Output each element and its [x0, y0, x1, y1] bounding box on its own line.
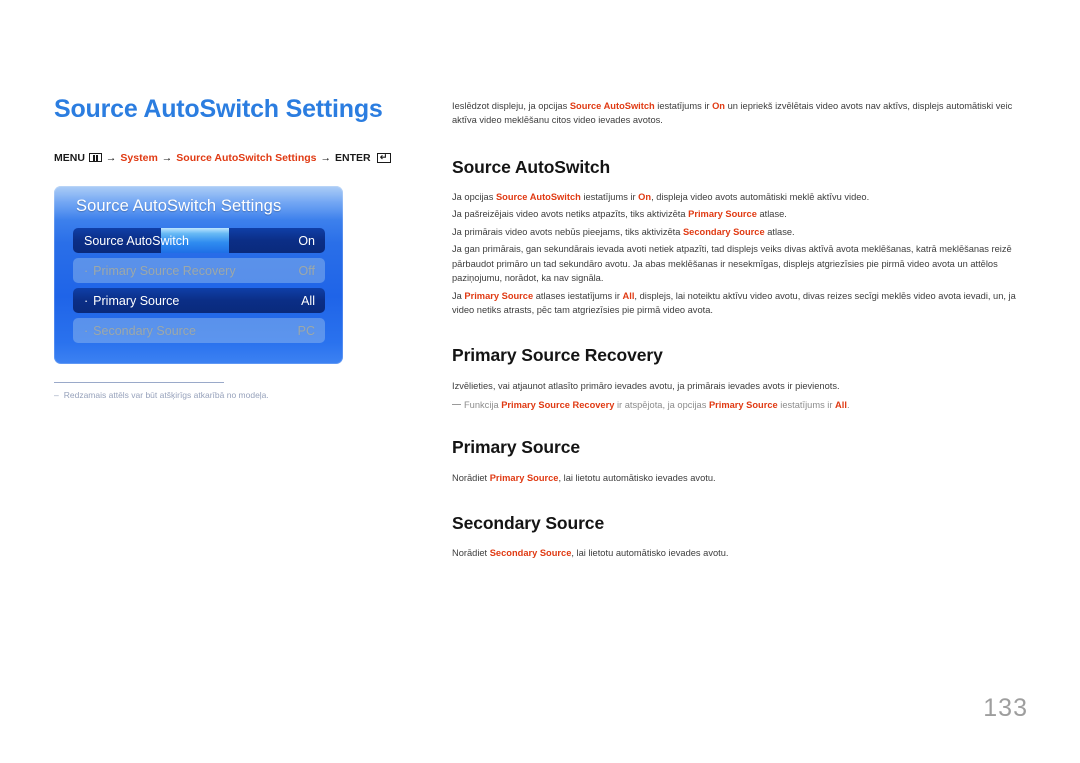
osd-row-bullet: ·	[84, 263, 89, 278]
s0p0-post: , displeja video avots automātiski meklē…	[651, 192, 870, 203]
s0p2-post: atlase.	[764, 226, 795, 237]
breadcrumb-arrow-3: →	[320, 151, 332, 164]
s2-paragraph-0: Norādiet Primary Source, lai lietotu aut…	[452, 471, 1030, 485]
s1note-mid-1: ir atspējota, ja opcijas	[614, 399, 709, 410]
breadcrumb: MENU → System → Source AutoSwitch Settin…	[54, 152, 414, 164]
section-heading-primary-source: Primary Source	[452, 437, 580, 458]
s0p1-highlight-1: Primary Source	[688, 209, 757, 220]
s0p0-mid-1: iestatījums ir	[580, 192, 639, 203]
osd-row-label: Source AutoSwitch	[84, 233, 189, 248]
footnote-dash: –	[54, 390, 59, 400]
s0-paragraph-4: Ja Primary Source atlases iestatījums ir…	[452, 289, 1030, 318]
s0p0-pre: Ja opcijas	[452, 192, 496, 203]
osd-row-value: All	[301, 293, 315, 308]
right-column: Ieslēdzot displeju, ja opcijas Source Au…	[452, 99, 1030, 564]
document-page: Source AutoSwitch Settings MENU → System…	[0, 0, 1080, 763]
s3p0-pre: Norādiet	[452, 548, 490, 559]
note-dash-icon	[452, 403, 461, 405]
s0p4-highlight-2: All	[622, 290, 635, 301]
breadcrumb-item-system: System	[120, 151, 158, 164]
breadcrumb-arrow-2: →	[161, 151, 173, 164]
s1note-mid-2: iestatījums ir	[777, 399, 836, 410]
s3p0-post: , lai lietotu automātisko ievades avotu.	[571, 548, 729, 559]
osd-row-value: On	[298, 233, 315, 248]
footnote-text: Redzamais attēls var būt atšķirīgs atkar…	[63, 390, 269, 400]
osd-row-bullet: ·	[84, 293, 89, 308]
s0p4-pre: Ja	[452, 290, 465, 301]
breadcrumb-menu-label: MENU	[54, 151, 85, 164]
s0-paragraph-3: Ja gan primārais, gan sekundārais ievada…	[452, 242, 1030, 285]
s1-note: Funkcija Primary Source Recovery ir atsp…	[452, 398, 1030, 412]
osd-row-value: PC	[297, 323, 315, 338]
breadcrumb-arrow-1: →	[105, 151, 117, 164]
s0p2-highlight-1: Secondary Source	[682, 226, 765, 237]
left-column: Source AutoSwitch Settings MENU → System…	[54, 95, 414, 164]
intro-paragraph: Ieslēdzot displeju, ja opcijas Source Au…	[452, 99, 1030, 128]
osd-row-primary-source[interactable]: · Primary Source All	[73, 288, 325, 313]
s1p0-text: Izvēlieties, vai atjaunot atlasīto primā…	[452, 380, 840, 391]
footnote-divider	[54, 382, 224, 383]
intro-highlight-1: Source AutoSwitch	[569, 101, 655, 111]
s0p0-highlight-1: Source AutoSwitch	[495, 192, 581, 203]
image-disclaimer-note: – Redzamais attēls var būt atšķirīgs atka…	[54, 390, 394, 400]
s1-paragraph-0: Izvēlieties, vai atjaunot atlasīto primā…	[452, 379, 1030, 393]
s2p0-pre: Norādiet	[452, 472, 490, 483]
s1note-highlight-1: Primary Source Recovery	[501, 399, 615, 410]
osd-row-list: Source AutoSwitch On · Primary Source Re…	[73, 228, 325, 348]
intro-pre: Ieslēdzot displeju, ja opcijas	[452, 101, 570, 111]
osd-row-label: Primary Source Recovery	[93, 263, 236, 278]
page-title: Source AutoSwitch Settings	[54, 95, 383, 123]
osd-row-secondary-source[interactable]: · Secondary Source PC	[73, 318, 325, 343]
intro-mid-1: iestatījums ir	[654, 101, 713, 111]
intro-highlight-2: On	[712, 101, 725, 111]
breadcrumb-item-source-autoswitch-settings: Source AutoSwitch Settings	[176, 151, 317, 164]
s0-paragraph-1: Ja pašreizējais video avots netiks atpaz…	[452, 207, 1030, 221]
s1note-pre: Funkcija	[464, 399, 502, 410]
osd-row-value: Off	[298, 263, 315, 278]
menu-grid-icon	[88, 153, 102, 162]
s0-paragraph-0: Ja opcijas Source AutoSwitch iestatījums…	[452, 190, 1030, 204]
s1note-post: .	[846, 399, 850, 410]
s2p0-highlight-1: Primary Source	[489, 472, 559, 483]
s0-paragraph-2: Ja primārais video avots nebūs pieejams,…	[452, 225, 1030, 239]
osd-menu-panel: Source AutoSwitch Settings Source AutoSw…	[54, 186, 343, 364]
s0p3-text: Ja gan primārais, gan sekundārais ievada…	[452, 244, 1012, 284]
osd-row-bullet: ·	[84, 323, 89, 338]
s3-paragraph-0: Norādiet Secondary Source, lai lietotu a…	[452, 546, 1030, 560]
s1note-highlight-2: Primary Source	[708, 399, 778, 410]
breadcrumb-enter-label: ENTER	[335, 151, 371, 164]
s0p4-highlight-1: Primary Source	[464, 290, 534, 301]
osd-row-label: Primary Source	[93, 293, 180, 308]
page-number: 133	[983, 694, 1028, 722]
osd-row-label: Secondary Source	[93, 323, 197, 338]
osd-row-source-autoswitch[interactable]: Source AutoSwitch On	[73, 228, 325, 253]
osd-row-primary-source-recovery[interactable]: · Primary Source Recovery Off	[73, 258, 325, 283]
section-heading-source-autoswitch: Source AutoSwitch	[452, 156, 611, 177]
enter-return-icon: ↵	[376, 152, 391, 163]
section-heading-secondary-source: Secondary Source	[452, 513, 605, 534]
s1note-highlight-3: All	[835, 399, 847, 410]
s2p0-post: , lai lietotu automātisko ievades avotu.	[558, 472, 716, 483]
osd-panel-title: Source AutoSwitch Settings	[76, 197, 282, 215]
s0p4-mid-1: atlases iestatījums ir	[533, 290, 623, 301]
s0p0-highlight-2: On	[638, 192, 652, 203]
s0p1-pre: Ja pašreizējais video avots netiks atpaz…	[452, 209, 689, 220]
section-heading-primary-source-recovery: Primary Source Recovery	[452, 345, 663, 366]
s0p1-post: atlase.	[756, 209, 787, 220]
s0p2-pre: Ja primārais video avots nebūs pieejams,…	[452, 226, 683, 237]
s3p0-highlight-1: Secondary Source	[489, 548, 572, 559]
